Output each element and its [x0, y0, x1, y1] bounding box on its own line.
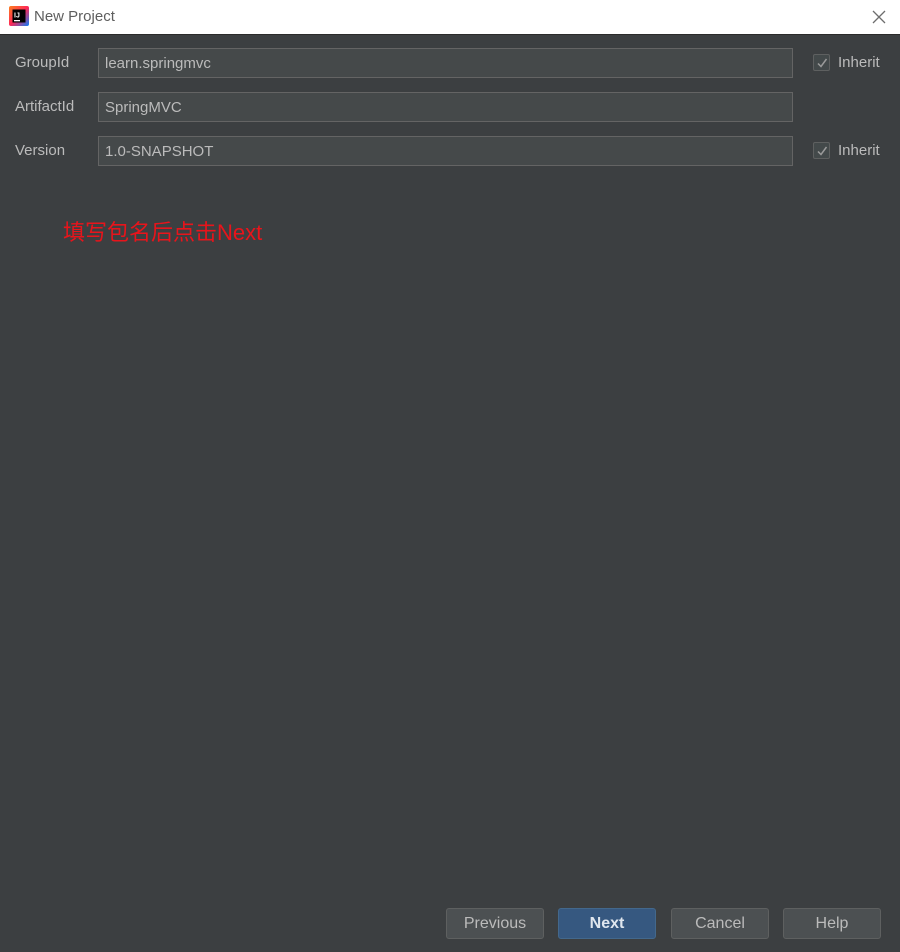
svg-text:IJ: IJ — [14, 13, 20, 20]
close-button[interactable] — [866, 4, 892, 30]
checkmark-icon — [817, 146, 828, 156]
window-title: New Project — [34, 8, 115, 25]
next-button[interactable]: Next — [558, 908, 656, 939]
checkmark-icon — [817, 58, 828, 68]
version-label: Version — [15, 142, 66, 159]
title-bar: IJ New Project — [0, 0, 900, 35]
group-id-input[interactable] — [98, 48, 793, 78]
cancel-button[interactable]: Cancel — [671, 908, 769, 939]
group-id-row: GroupId Inherit — [0, 48, 900, 78]
help-button[interactable]: Help — [783, 908, 881, 939]
artifact-id-input[interactable] — [98, 92, 793, 122]
version-input[interactable] — [98, 136, 793, 166]
group-id-inherit-checkbox[interactable] — [813, 54, 830, 71]
group-id-inherit-label: Inherit — [838, 54, 880, 71]
version-row: Version Inherit — [0, 136, 900, 166]
intellij-idea-icon: IJ — [9, 6, 29, 26]
version-inherit-label: Inherit — [838, 142, 880, 159]
group-id-label: GroupId — [15, 54, 70, 71]
artifact-id-row: ArtifactId — [0, 92, 900, 122]
artifact-id-label: ArtifactId — [15, 98, 75, 115]
annotation-text: 填写包名后点击Next — [63, 220, 263, 245]
close-icon — [872, 10, 886, 24]
new-project-dialog: IJ New Project GroupId Inherit ArtifactI… — [0, 0, 900, 952]
previous-button[interactable]: Previous — [446, 908, 544, 939]
version-inherit-checkbox[interactable] — [813, 142, 830, 159]
